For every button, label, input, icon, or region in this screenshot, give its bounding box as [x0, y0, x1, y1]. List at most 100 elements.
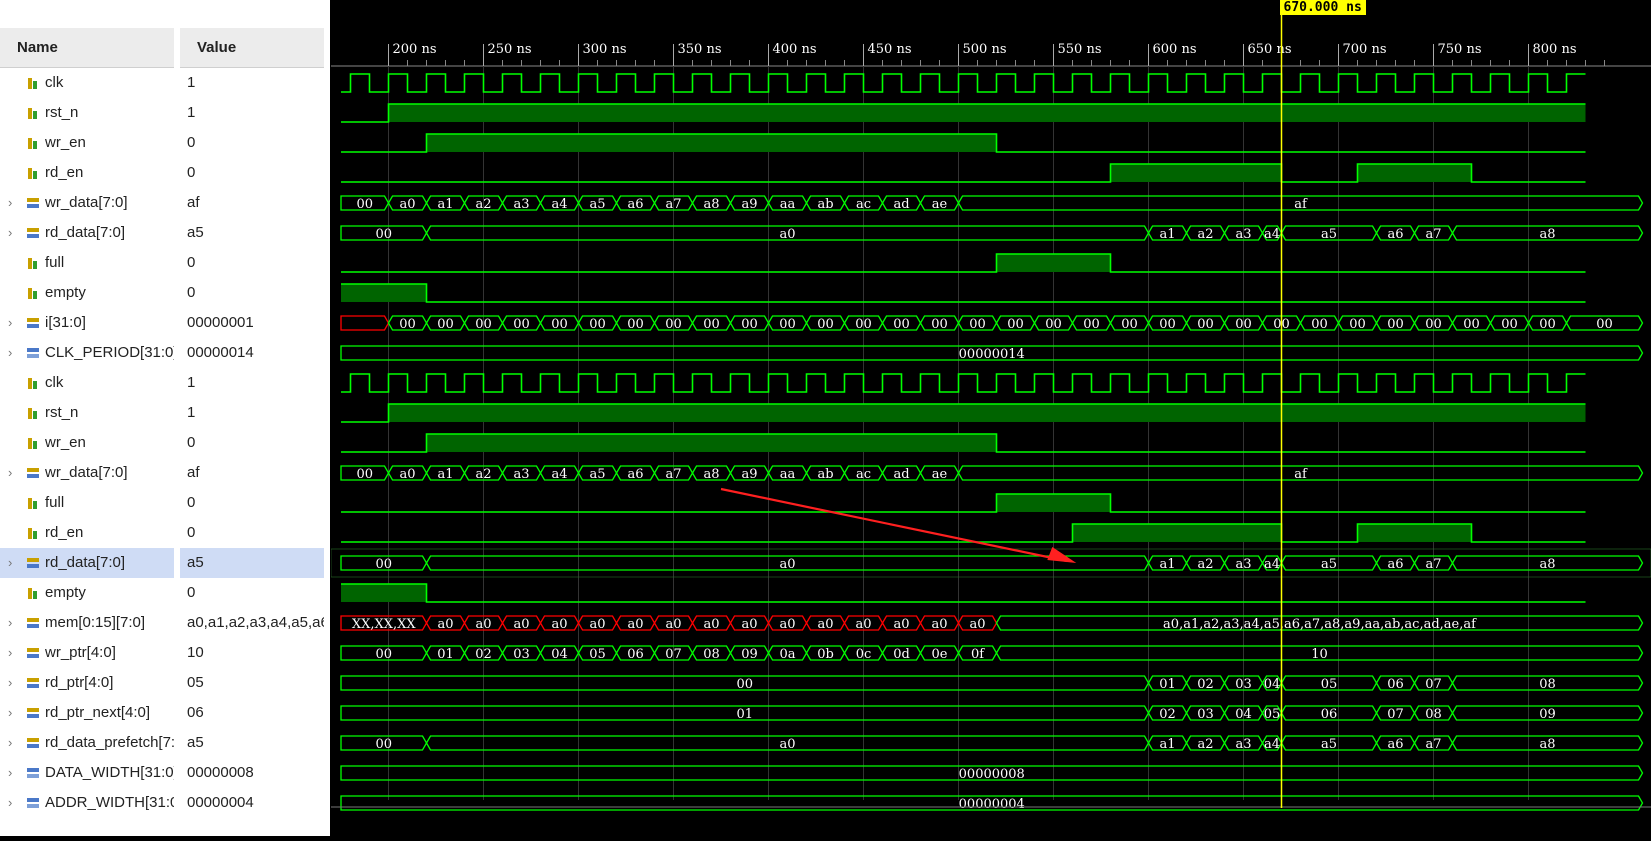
chevron-right-icon[interactable]: › — [8, 188, 22, 218]
value-column-header[interactable]: Value — [180, 28, 324, 68]
signal-row[interactable]: › rd_data_prefetch[7:0] a5 — [0, 728, 330, 758]
bus-value-label: 0a — [779, 647, 795, 662]
signal-name-cell[interactable]: clk — [0, 368, 174, 398]
chevron-right-icon[interactable]: › — [8, 458, 22, 488]
bus-value-label: a0 — [969, 617, 985, 632]
signal-row[interactable]: empty 0 — [0, 278, 330, 308]
signal-name-cell[interactable]: wr_en — [0, 428, 174, 458]
signal-name-cell[interactable]: › CLK_PERIOD[31:0] — [0, 338, 174, 368]
bus-value-label: 0c — [856, 647, 872, 662]
bus-value-label: a0 — [551, 617, 567, 632]
signal-name-cell[interactable]: › mem[0:15][7:0] — [0, 608, 174, 638]
chevron-right-icon[interactable]: › — [8, 758, 22, 788]
panel-divider[interactable] — [324, 0, 330, 836]
bus-value-label: a4 — [551, 467, 567, 482]
bus-value-label: ad — [893, 467, 909, 482]
chevron-right-icon[interactable]: › — [8, 548, 22, 578]
waveform-canvas[interactable]: 200 ns 250 ns 300 ns 350 ns 400 ns 450 ns 500 … — [330, 0, 1651, 836]
signal-row[interactable]: › wr_data[7:0] af — [0, 458, 330, 488]
column-divider[interactable] — [174, 0, 180, 836]
signal-row[interactable]: › i[31:0] 00000001 — [0, 308, 330, 338]
bus-value-label: 00 — [627, 317, 644, 332]
signal-row[interactable]: › mem[0:15][7:0] a0,a1,a2,a3,a4,a5,a6 — [0, 608, 330, 638]
signal-name-cell[interactable]: full — [0, 248, 174, 278]
bus-value-label: 00 — [399, 317, 416, 332]
signal-row[interactable]: › rd_ptr_next[4:0] 06 — [0, 698, 330, 728]
signal-name: wr_data[7:0] — [45, 464, 128, 481]
signal-row[interactable]: › rd_ptr[4:0] 05 — [0, 668, 330, 698]
signal-name: wr_en — [45, 134, 86, 151]
signal-value: 1 — [187, 374, 196, 391]
signal-name-cell[interactable]: rst_n — [0, 98, 174, 128]
bus-value-label: 00 — [375, 647, 392, 662]
signal-name-cell[interactable]: clk — [0, 68, 174, 98]
signal-row[interactable]: rd_en 0 — [0, 158, 330, 188]
bus-value-label: ad — [893, 197, 909, 212]
signal-name-cell[interactable]: › wr_ptr[4:0] — [0, 638, 174, 668]
signal-row[interactable]: full 0 — [0, 248, 330, 278]
chevron-right-icon[interactable]: › — [8, 308, 22, 338]
bus-value-label: 07 — [1387, 707, 1404, 722]
signal-name-cell[interactable]: empty — [0, 278, 174, 308]
chevron-right-icon[interactable]: › — [8, 338, 22, 368]
signal-name-cell[interactable]: wr_en — [0, 128, 174, 158]
signal-name-cell[interactable]: › rd_data[7:0] — [0, 218, 174, 248]
bus-value-label: 00 — [1311, 317, 1328, 332]
signal-row[interactable]: clk 1 — [0, 368, 330, 398]
signal-row[interactable]: › ADDR_WIDTH[31:0] 00000004 — [0, 788, 330, 818]
signal-name-cell[interactable]: › rd_data[7:0] — [0, 548, 174, 578]
signal-name-cell[interactable]: › i[31:0] — [0, 308, 174, 338]
signal-name-cell[interactable]: › wr_data[7:0] — [0, 458, 174, 488]
signal-name-cell[interactable]: › rd_ptr_next[4:0] — [0, 698, 174, 728]
signal-row[interactable]: › wr_data[7:0] af — [0, 188, 330, 218]
signal-name-cell[interactable]: rd_en — [0, 158, 174, 188]
bus-value-label: a9 — [741, 467, 757, 482]
bus-value-label: a4 — [551, 197, 567, 212]
bus-value-label: a5 — [589, 467, 605, 482]
chevron-right-icon[interactable]: › — [8, 608, 22, 638]
waveform-panel[interactable]: 200 ns 250 ns 300 ns 350 ns 400 ns 450 ns 500 … — [330, 0, 1651, 836]
chevron-right-icon[interactable]: › — [8, 728, 22, 758]
chevron-right-icon[interactable]: › — [8, 218, 22, 248]
signal-row[interactable]: › CLK_PERIOD[31:0] 00000014 — [0, 338, 330, 368]
chevron-right-icon[interactable]: › — [8, 638, 22, 668]
signal-name-cell[interactable]: › wr_data[7:0] — [0, 188, 174, 218]
signal-name-cell[interactable]: full — [0, 488, 174, 518]
bus-value-label: a2 — [1197, 557, 1213, 572]
signal-row[interactable]: › DATA_WIDTH[31:0] 00000008 — [0, 758, 330, 788]
signal-name-cell[interactable]: rst_n — [0, 398, 174, 428]
bus-value-label: a5 — [1321, 557, 1337, 572]
bus-value-label: 00 — [1121, 317, 1138, 332]
signal-row[interactable]: rd_en 0 — [0, 518, 330, 548]
bus-value-label: 08 — [1539, 677, 1556, 692]
signal-row[interactable]: clk 1 — [0, 68, 330, 98]
signal-row[interactable]: › rd_data[7:0] a5 — [0, 548, 330, 578]
time-cursor-label[interactable]: 670.000 ns — [1279, 0, 1366, 15]
signal-name-cell[interactable]: › rd_ptr[4:0] — [0, 668, 174, 698]
signal-name-cell[interactable]: › DATA_WIDTH[31:0] — [0, 758, 174, 788]
bus-value-label: a8 — [1539, 737, 1555, 752]
name-column-header[interactable]: Name — [0, 28, 174, 68]
signal-value: 1 — [187, 104, 196, 121]
bit-waveform — [341, 583, 1586, 603]
signal-name-cell[interactable]: empty — [0, 578, 174, 608]
signal-row[interactable]: › wr_ptr[4:0] 10 — [0, 638, 330, 668]
chevron-right-icon[interactable]: › — [8, 668, 22, 698]
signal-row[interactable]: rst_n 1 — [0, 398, 330, 428]
signal-row[interactable]: wr_en 0 — [0, 428, 330, 458]
signal-row[interactable]: full 0 — [0, 488, 330, 518]
signal-name-cell[interactable]: rd_en — [0, 518, 174, 548]
signal-name-cell[interactable]: › ADDR_WIDTH[31:0] — [0, 788, 174, 818]
bus-value-label: a7 — [1425, 737, 1441, 752]
signal-value: 0 — [187, 524, 196, 541]
signal-name: rst_n — [45, 404, 79, 421]
signal-row[interactable]: rst_n 1 — [0, 98, 330, 128]
signal-row[interactable]: empty 0 — [0, 578, 330, 608]
signal-row[interactable]: › rd_data[7:0] a5 — [0, 218, 330, 248]
bus-value-label: 00 — [1349, 317, 1366, 332]
signal-row[interactable]: wr_en 0 — [0, 128, 330, 158]
bus-value-label: a0 — [703, 617, 719, 632]
chevron-right-icon[interactable]: › — [8, 788, 22, 818]
signal-name-cell[interactable]: › rd_data_prefetch[7:0] — [0, 728, 174, 758]
chevron-right-icon[interactable]: › — [8, 698, 22, 728]
